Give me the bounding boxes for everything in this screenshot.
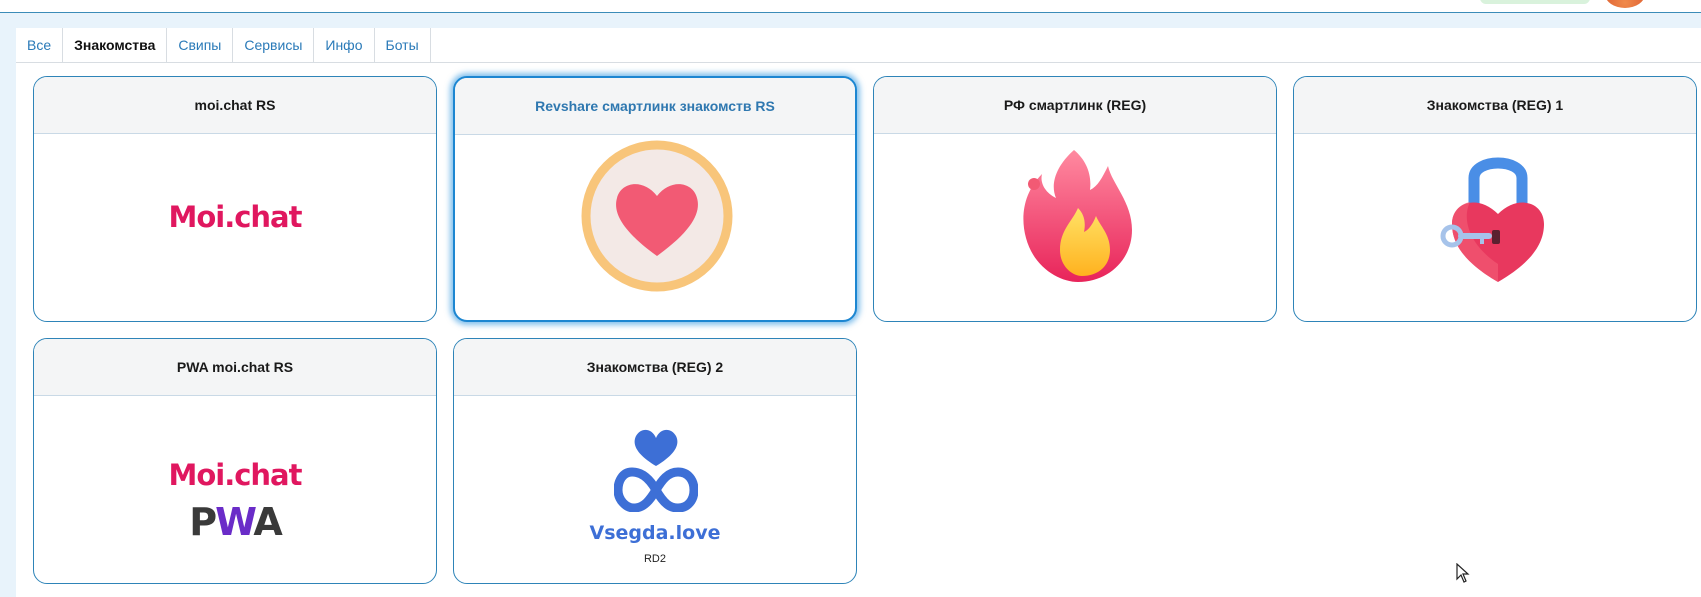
- card-title: PWA moi.chat RS: [34, 339, 436, 396]
- card-caption: RD2: [643, 553, 666, 565]
- header-button[interactable]: [1480, 0, 1590, 4]
- moichat-logo: Moi.chat: [168, 458, 302, 492]
- fire-icon: [1023, 150, 1132, 282]
- card-title: Знакомства (REG) 2: [454, 339, 856, 396]
- tab-swipes[interactable]: Свипы: [167, 28, 234, 62]
- offer-card-rf-smartlink[interactable]: РФ смартлинк (REG): [873, 76, 1277, 322]
- offer-card-dating-reg-2[interactable]: Знакомства (REG) 2 Vsegda.love RD2: [453, 338, 857, 584]
- mouse-cursor-icon: [1456, 563, 1470, 583]
- offer-card-pwa-moichat[interactable]: PWA moi.chat RS Moi.chat PWA: [33, 338, 437, 584]
- tab-all[interactable]: Все: [16, 28, 64, 62]
- heart-circle-icon: [581, 140, 733, 292]
- moichat-logo: Moi.chat: [168, 200, 302, 234]
- avatar[interactable]: [1605, 0, 1645, 8]
- pwa-logo: PWA: [189, 500, 283, 544]
- tab-bots[interactable]: Боты: [374, 28, 431, 62]
- offer-card-revshare-smartlink[interactable]: Revshare смартлинк знакомств RS: [453, 76, 857, 322]
- tab-dating[interactable]: Знакомства: [63, 28, 168, 62]
- tab-services[interactable]: Сервисы: [233, 28, 315, 62]
- offer-card-dating-reg-1[interactable]: Знакомства (REG) 1: [1293, 76, 1697, 322]
- card-title: Revshare смартлинк знакомств RS: [455, 78, 855, 135]
- offer-card-moichat-rs[interactable]: moi.chat RS Moi.chat: [33, 76, 437, 322]
- card-title: РФ смартлинк (REG): [874, 77, 1276, 134]
- heart-lock-icon: [1440, 157, 1544, 282]
- tab-info[interactable]: Инфо: [314, 28, 375, 62]
- card-title: Знакомства (REG) 1: [1294, 77, 1696, 134]
- card-title: moi.chat RS: [34, 77, 436, 134]
- category-tabs: Все Знакомства Свипы Сервисы Инфо Боты: [16, 28, 1701, 63]
- vsegda-love-logo-mark: [614, 429, 698, 512]
- top-header: [0, 0, 1701, 13]
- vsegda-love-logo: Vsegda.love: [589, 522, 721, 544]
